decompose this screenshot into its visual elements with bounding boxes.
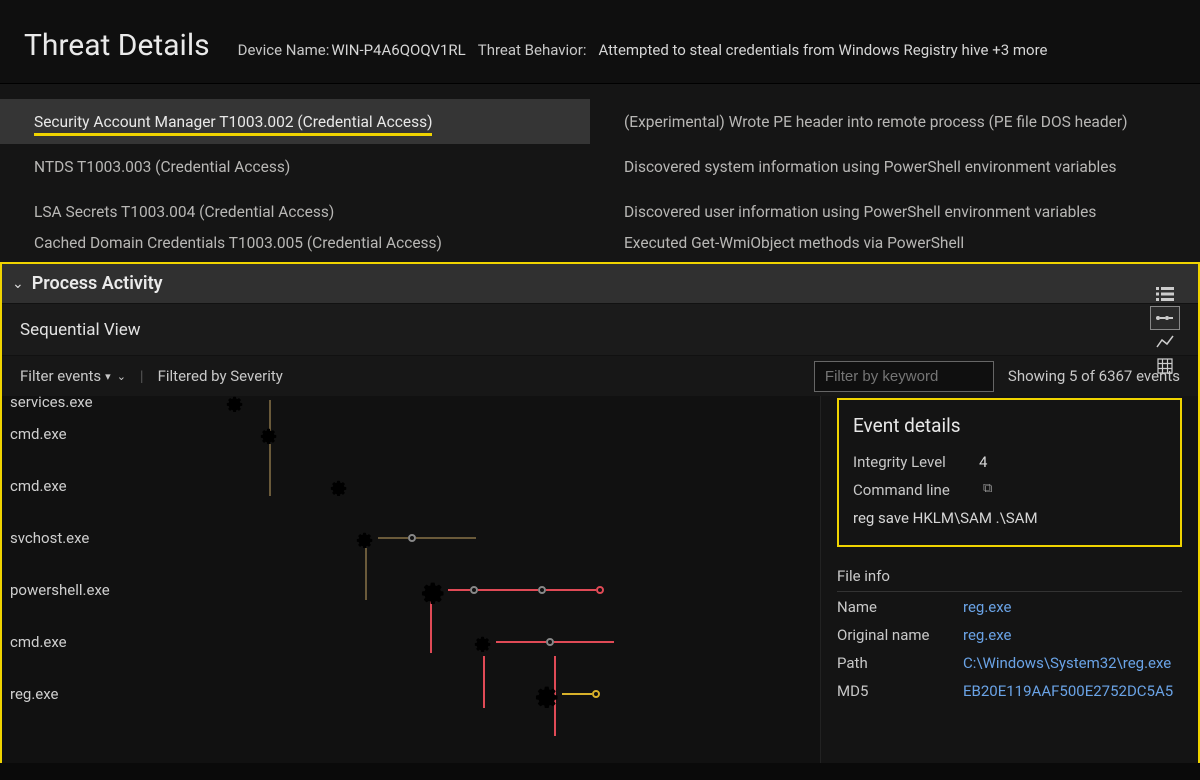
process-row[interactable]: cmd.exe [2,460,820,512]
technique-item[interactable] [0,84,590,99]
filter-icon: ▾ [105,370,111,383]
file-info-row: Name reg.exe [837,598,1182,616]
technique-lists: Security Account Manager T1003.002 (Cred… [0,84,1200,262]
view-mode-row: Sequential View [2,304,1198,356]
technique-item[interactable] [590,84,1200,99]
file-info-key: Original name [837,626,945,644]
graph-view-icon[interactable] [1150,330,1180,354]
process-row[interactable]: powershell.exe [2,564,820,616]
gear-icon [532,680,560,708]
chevron-down-icon[interactable]: ⌄ [12,276,24,292]
view-icons [1150,282,1180,378]
file-info-row: Original name reg.exe [837,626,1182,644]
process-row[interactable]: cmd.exe [2,408,820,460]
file-info-value[interactable]: reg.exe [963,598,1011,616]
event-details-column: ✕ Event details Integrity Level 4 Comman… [820,396,1198,763]
file-info-value[interactable]: C:\Windows\System32\reg.exe [963,654,1171,672]
event-details-box: Event details Integrity Level 4 Command … [837,398,1182,547]
file-info-value[interactable]: reg.exe [963,626,1011,644]
technique-item[interactable]: Executed Get-WmiObject methods via Power… [590,234,1200,262]
process-name: reg.exe [10,685,58,703]
technique-item[interactable]: Security Account Manager T1003.002 (Cred… [0,99,590,144]
integrity-level-label: Integrity Level [853,453,961,471]
device-name-value: WIN-P4A6QOQV1RL [331,41,465,59]
process-name: cmd.exe [10,633,67,651]
command-line-label: Command line [853,481,961,499]
threat-behavior-label: Threat Behavior: [478,41,587,59]
page-title: Threat Details [24,28,210,63]
process-row[interactable]: svchost.exe [2,512,820,564]
process-tree[interactable]: services.exe cmd.exe cmd.exe svchost.exe pow… [2,396,820,763]
list-view-icon[interactable] [1150,282,1180,306]
sequential-view-label[interactable]: Sequential View [20,320,141,340]
filter-toolbar: Filter events ▾ ⌄ | Filtered by Severity… [2,356,1198,396]
process-name: powershell.exe [10,581,110,599]
file-info-row: Path C:\Windows\System32\reg.exe [837,654,1182,672]
process-activity-title: Process Activity [32,273,163,294]
process-row[interactable]: reg.exe [2,668,820,720]
file-info-row: MD5 EB20E119AAF500E2752DC5A5 [837,682,1182,700]
gear-icon [258,424,278,444]
file-info-heading: File info [837,567,1182,592]
process-name: cmd.exe [10,425,67,443]
technique-item[interactable]: LSA Secrets T1003.004 (Credential Access… [0,189,590,234]
filtered-by-label[interactable]: Filtered by Severity [158,367,283,385]
file-info-value[interactable]: EB20E119AAF500E2752DC5A5 [963,682,1173,700]
technique-item[interactable]: Discovered user information using PowerS… [590,189,1200,234]
file-info-key: Name [837,598,945,616]
technique-item[interactable]: Discovered system information using Powe… [590,144,1200,189]
filter-events-dropdown[interactable]: Filter events ▾ ⌄ [20,367,126,385]
process-activity-header[interactable]: ⌄ Process Activity [2,264,1198,304]
file-info-key: Path [837,654,945,672]
command-line-value: reg save HKLM\SAM .\SAM [853,509,1166,527]
timeline-view-icon[interactable] [1150,306,1180,330]
process-activity-panel: ⌄ Process Activity Sequential View Filte… [0,262,1200,763]
technique-item[interactable]: (Experimental) Wrote PE header into remo… [590,99,1200,144]
integrity-level-value: 4 [979,453,987,471]
chevron-down-icon: ⌄ [117,370,126,383]
process-row[interactable]: services.exe [2,396,820,408]
file-info-key: MD5 [837,682,945,700]
process-row[interactable]: cmd.exe [2,616,820,668]
process-name: svchost.exe [10,529,89,547]
device-name-label: Device Name: [238,41,330,59]
keyword-filter-input[interactable] [814,361,994,392]
threat-behavior-value[interactable]: Attempted to steal credentials from Wind… [598,41,1047,59]
gear-icon [472,632,492,652]
gear-icon [418,576,446,604]
event-count-text: Showing 5 of 6367 events [1008,367,1180,385]
page-header: Threat Details Device Name:WIN-P4A6QOQV1… [0,0,1200,84]
event-details-title: Event details [853,414,1166,437]
technique-item[interactable]: NTDS T1003.003 (Credential Access) [0,144,590,189]
gear-icon [328,476,348,496]
copy-icon[interactable]: ⧉ [983,481,992,499]
gear-icon [354,528,374,548]
process-name: cmd.exe [10,477,67,495]
technique-item[interactable]: Cached Domain Credentials T1003.005 (Cre… [0,234,590,262]
